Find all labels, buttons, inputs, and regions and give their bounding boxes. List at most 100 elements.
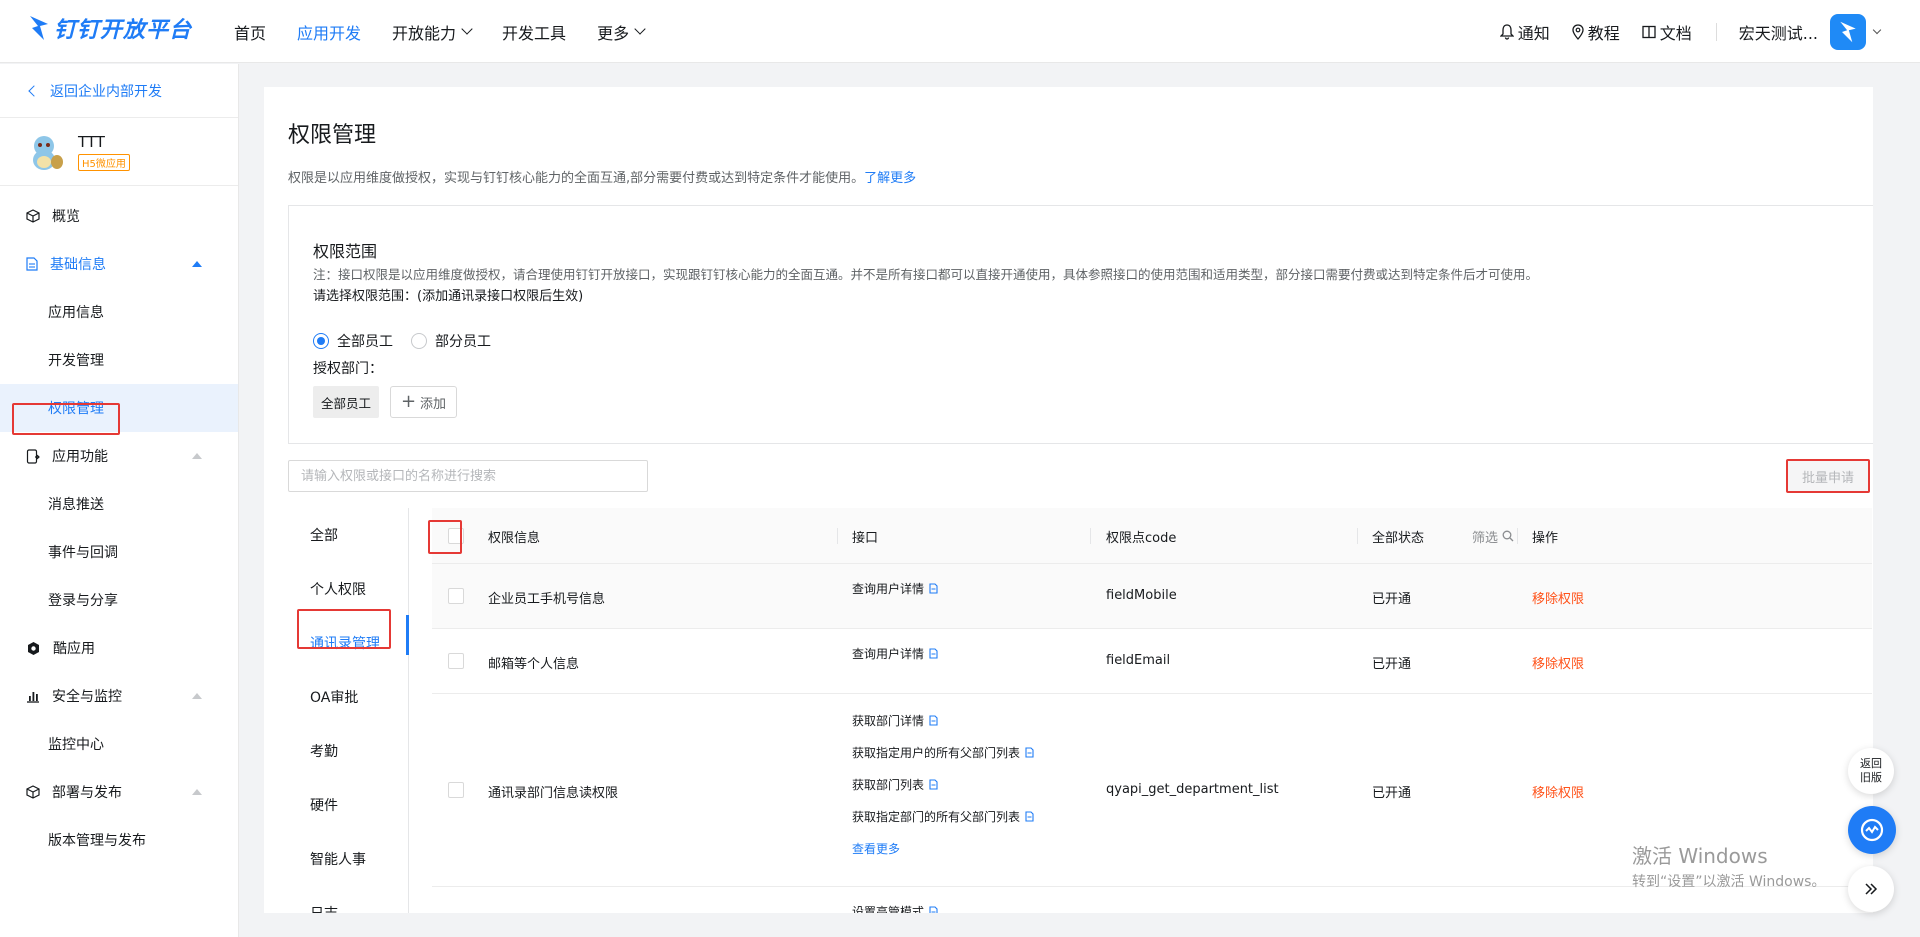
api-item[interactable]: 获取部门列表	[852, 768, 1034, 800]
user-name[interactable]: 宏天测试...	[1739, 20, 1818, 44]
sidebar-item-events-callbacks[interactable]: 事件与回调	[0, 528, 238, 576]
nav-app-dev[interactable]: 应用开发	[297, 20, 361, 44]
row-checkbox[interactable]	[448, 653, 464, 669]
learn-more-link[interactable]: 了解更多	[864, 171, 916, 186]
category-log[interactable]: 日志	[288, 886, 408, 913]
api-item[interactable]: 获取部门详情	[852, 704, 1034, 736]
category-smart-hr[interactable]: 智能人事	[288, 832, 408, 886]
scope-note: 注：接口权限是以应用维度做授权，请合理使用钉钉开放接口，实现跟钉钉核心能力的全面…	[313, 267, 1539, 282]
sidebar-item-message-push[interactable]: 消息推送	[0, 480, 238, 528]
chevron-down-icon[interactable]	[1872, 25, 1882, 34]
api-item[interactable]: 获取指定部门的所有父部门列表	[852, 800, 1034, 832]
sidebar-group-deploy[interactable]: 部署与发布	[0, 768, 238, 816]
nav-more[interactable]: 更多	[597, 20, 646, 44]
page-description: 权限是以应用维度做授权，实现与钉钉核心能力的全面互通,部分需要付费或达到特定条件…	[288, 167, 916, 186]
category-attendance[interactable]: 考勤	[288, 724, 408, 778]
sidebar-group-app-features[interactable]: 应用功能	[0, 432, 238, 480]
api-name: 获取部门列表	[852, 777, 925, 792]
status-filter-button[interactable]: 筛选	[1472, 508, 1514, 564]
sidebar-item-label: 应用功能	[52, 449, 108, 465]
docs-button[interactable]: 文档	[1642, 20, 1692, 44]
api-item[interactable]: 设置高管模式	[852, 895, 938, 913]
view-more-link[interactable]: 查看更多	[852, 832, 1034, 864]
nav-label: 开放能力	[392, 23, 457, 43]
row-checkbox[interactable]	[448, 782, 464, 798]
api-name: 设置高管模式	[852, 904, 925, 914]
nav-home[interactable]: 首页	[234, 20, 266, 44]
permission-search-input[interactable]	[288, 460, 648, 492]
category-contacts[interactable]: 通讯录管理	[288, 616, 408, 670]
doc-link-icon	[929, 647, 938, 659]
add-label: 添加	[420, 396, 447, 412]
column-separator	[837, 528, 838, 544]
dept-tag: 全部员工	[313, 386, 380, 418]
collapse-triangle-icon	[192, 453, 202, 459]
sidebar-item-dev-management[interactable]: 开发管理	[0, 336, 238, 384]
table-row: 企业员工手机号信息 查询用户详情 fieldMobile 已开通 移除权限	[432, 564, 1872, 629]
sidebar-group-security[interactable]: 安全与监控	[0, 672, 238, 720]
doc-link-icon	[929, 582, 938, 594]
sidebar-item-label: 登录与分享	[48, 593, 118, 609]
book-icon	[1642, 25, 1656, 38]
sidebar-item-cool-app[interactable]: 酷应用	[0, 624, 238, 672]
logo[interactable]: 钉钉开放平台	[28, 12, 192, 44]
return-old-version-button[interactable]: 返回旧版	[1848, 748, 1894, 794]
avatar[interactable]	[1830, 13, 1866, 50]
category-oa-approval[interactable]: OA审批	[288, 670, 408, 724]
sidebar-group-basic-info[interactable]: 基础信息	[0, 240, 238, 288]
remove-permission-button[interactable]: 移除权限	[1532, 653, 1584, 672]
api-item[interactable]: 查询用户详情	[852, 637, 938, 669]
api-item[interactable]: 获取指定用户的所有父部门列表	[852, 736, 1034, 768]
batch-apply-button[interactable]: 批量申请	[1786, 459, 1870, 493]
phone-share-icon	[26, 448, 40, 464]
header-api: 接口	[852, 530, 879, 546]
api-name: 获取指定用户的所有父部门列表	[852, 745, 1021, 760]
permission-name: 企业员工手机号信息	[488, 592, 606, 607]
tutorial-button[interactable]: 教程	[1572, 20, 1620, 44]
collapse-triangle-icon	[192, 789, 202, 795]
api-item[interactable]: 查询用户详情	[852, 572, 938, 604]
assistant-bot-button[interactable]	[1848, 806, 1896, 854]
chevron-down-icon	[461, 23, 473, 35]
windows-activation-watermark: 激活 Windows 转到“设置”以激活 Windows。	[1632, 840, 1825, 891]
radio-all-staff[interactable]: 全部员工	[313, 331, 393, 351]
app-name: TTT	[78, 132, 105, 151]
sidebar-item-login-share[interactable]: 登录与分享	[0, 576, 238, 624]
expand-button[interactable]	[1848, 866, 1894, 912]
sidebar-item-label: 消息推送	[48, 497, 104, 513]
sidebar-item-overview[interactable]: 概览	[0, 192, 238, 240]
back-to-internal-dev-link[interactable]: 返回企业内部开发	[0, 64, 238, 118]
category-hardware[interactable]: 硬件	[288, 778, 408, 832]
api-list: 查询用户详情	[852, 572, 938, 604]
api-list: 设置高管模式	[852, 895, 938, 913]
row-checkbox[interactable]	[448, 588, 464, 604]
select-all-checkbox[interactable]	[448, 528, 464, 544]
logo-text: 钉钉开放平台	[54, 18, 193, 43]
filter-label: 筛选	[1472, 530, 1499, 546]
category-personal[interactable]: 个人权限	[288, 562, 408, 616]
category-active-indicator	[406, 615, 409, 655]
category-all[interactable]: 全部	[288, 508, 408, 562]
doc-link-icon	[929, 778, 938, 790]
doc-link-icon	[929, 905, 938, 913]
doc-link-icon	[1025, 810, 1034, 822]
chevron-down-icon	[634, 23, 646, 35]
nav-open-capability[interactable]: 开放能力	[392, 20, 473, 44]
notify-button[interactable]: 通知	[1499, 20, 1550, 44]
sidebar-item-app-info[interactable]: 应用信息	[0, 288, 238, 336]
doc-link-icon	[929, 714, 938, 726]
permission-name: 通讯录部门信息读权限	[488, 786, 619, 801]
add-dept-button[interactable]: + 添加	[390, 386, 457, 418]
remove-permission-button[interactable]: 移除权限	[1532, 588, 1584, 607]
doc-link-icon	[1025, 746, 1034, 758]
radio-dot	[411, 333, 427, 349]
sidebar-item-permission-management[interactable]: 权限管理	[0, 384, 238, 432]
radio-label: 全部员工	[337, 334, 393, 350]
radio-partial-staff[interactable]: 部分员工	[411, 331, 491, 351]
sidebar-item-monitor-center[interactable]: 监控中心	[0, 720, 238, 768]
nav-dev-tools[interactable]: 开发工具	[502, 20, 566, 44]
remove-permission-button[interactable]: 移除权限	[1532, 782, 1584, 801]
sidebar-item-label: 部署与发布	[52, 785, 122, 801]
sidebar-item-version-release[interactable]: 版本管理与发布	[0, 816, 238, 864]
collapse-triangle-icon	[192, 693, 202, 699]
